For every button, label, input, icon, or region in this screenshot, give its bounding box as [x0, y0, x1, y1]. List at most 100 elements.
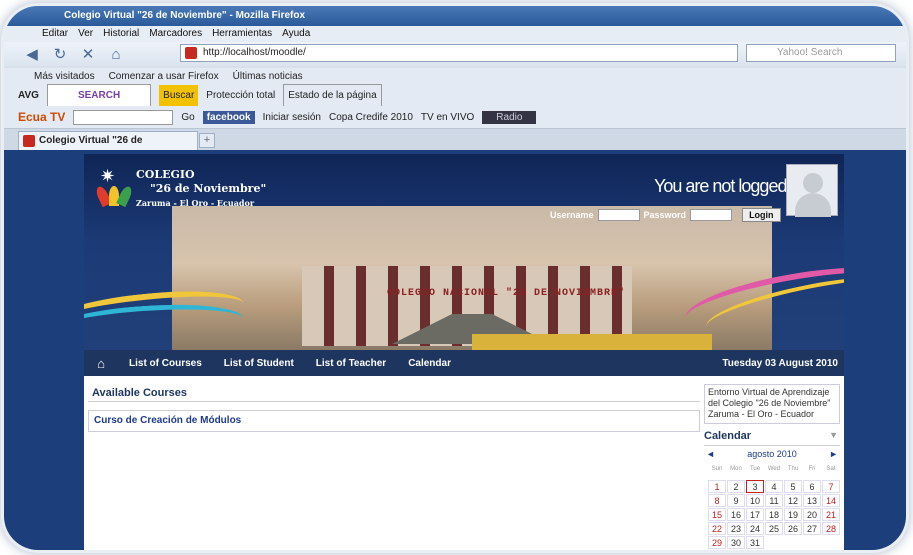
- calendar-day[interactable]: 1: [708, 480, 726, 493]
- course-link[interactable]: Curso de Creación de Módulos: [88, 410, 700, 432]
- available-courses-heading: Available Courses: [88, 384, 700, 402]
- nav-list-of-teacher[interactable]: List of Teacher: [305, 358, 397, 369]
- calendar-dow: Sun: [711, 466, 723, 472]
- estado-pagina-button[interactable]: Estado de la página: [283, 84, 382, 107]
- moodle-site: COLEGIO NACIONAL "26 DE NOVIEMBRE" ✷ COL…: [84, 154, 844, 550]
- school-logo-icon: ✷: [94, 166, 134, 208]
- calendar-dow: Fri: [808, 466, 816, 472]
- calendar-day[interactable]: 4: [765, 480, 783, 493]
- menu-ver[interactable]: Ver: [78, 26, 93, 42]
- calendar-day[interactable]: 31: [746, 536, 764, 549]
- calendar-month[interactable]: agosto 2010: [747, 449, 797, 459]
- header-banner: COLEGIO NACIONAL "26 DE NOVIEMBRE" ✷ COL…: [84, 154, 844, 350]
- avg-toolbar: AVG SEARCH Buscar Protección total Estad…: [4, 84, 906, 107]
- calendar-day[interactable]: 3: [746, 480, 764, 493]
- calendar-day[interactable]: 17: [746, 508, 764, 521]
- browser-window: Colegio Virtual "26 de Noviembre" - Mozi…: [4, 6, 906, 550]
- calendar-day[interactable]: 21: [822, 508, 840, 521]
- site-nav: ⌂ List of Courses List of Student List o…: [84, 350, 844, 376]
- building-sign: COLEGIO NACIONAL "26 DE NOVIEMBRE": [387, 288, 626, 299]
- calendar-dow: Sat: [826, 466, 836, 472]
- calendar-day[interactable]: 19: [784, 508, 802, 521]
- page-background: COLEGIO NACIONAL "26 DE NOVIEMBRE" ✷ COL…: [4, 150, 906, 550]
- calendar-dow: Thu: [787, 466, 799, 472]
- calendar-day[interactable]: 30: [727, 536, 745, 549]
- nav-calendar[interactable]: Calendar: [397, 358, 462, 369]
- calendar-day[interactable]: 29: [708, 536, 726, 549]
- nav-list-of-courses[interactable]: List of Courses: [118, 358, 213, 369]
- bookmark-ultimas-noticias[interactable]: Últimas noticias: [233, 68, 303, 85]
- back-icon[interactable]: ◀: [22, 45, 42, 63]
- avatar-head: [803, 173, 823, 193]
- login-button[interactable]: Login: [742, 208, 781, 222]
- facebook-button[interactable]: facebook: [202, 110, 255, 124]
- calendar-day[interactable]: 12: [784, 494, 802, 507]
- calendar-day[interactable]: 6: [803, 480, 821, 493]
- username-field[interactable]: [597, 209, 640, 221]
- ecua-search-input[interactable]: [73, 109, 174, 125]
- yellow-house: [472, 334, 712, 350]
- calendar-day[interactable]: 9: [727, 494, 745, 507]
- bookmark-mas-visitados[interactable]: Más visitados: [34, 68, 95, 85]
- yahoo-search-input[interactable]: SEARCH: [46, 84, 152, 107]
- collapse-icon[interactable]: ▼: [829, 430, 838, 440]
- calendar-day[interactable]: 20: [803, 508, 821, 521]
- menu-marcadores[interactable]: Marcadores: [149, 26, 202, 42]
- ecua-tv-label[interactable]: Ecua TV: [18, 110, 65, 124]
- url-bar[interactable]: http://localhost/moodle/: [180, 44, 738, 62]
- calendar-day[interactable]: 23: [727, 522, 745, 535]
- calendar-day[interactable]: 8: [708, 494, 726, 507]
- next-month-icon[interactable]: ►: [829, 449, 838, 459]
- calendar-dow: Mon: [730, 466, 742, 472]
- calendar-day[interactable]: 18: [765, 508, 783, 521]
- calendar-day[interactable]: 16: [727, 508, 745, 521]
- radio-button[interactable]: Radio: [482, 110, 537, 124]
- tv-en-vivo-link[interactable]: TV en VIVO: [421, 112, 474, 123]
- calendar-day[interactable]: 24: [746, 522, 764, 535]
- stop-icon[interactable]: ✕: [78, 45, 98, 63]
- calendar-day[interactable]: 14: [822, 494, 840, 507]
- calendar-day[interactable]: 15: [708, 508, 726, 521]
- calendar-day[interactable]: 13: [803, 494, 821, 507]
- buscar-button[interactable]: Buscar: [159, 85, 199, 106]
- calendar-month-nav: ◄ agosto 2010 ►: [704, 449, 840, 463]
- menu-editar[interactable]: Editar: [42, 26, 68, 42]
- reload-icon[interactable]: ↻: [50, 45, 70, 63]
- calendar-day[interactable]: 27: [803, 522, 821, 535]
- calendar-day[interactable]: 25: [765, 522, 783, 535]
- bookmark-comenzar[interactable]: Comenzar a usar Firefox: [109, 68, 219, 85]
- password-field[interactable]: [690, 209, 733, 221]
- nav-list-of-student[interactable]: List of Student: [213, 358, 305, 369]
- avg-label[interactable]: AVG: [18, 85, 39, 106]
- school-name-line2: "26 de Noviembre": [150, 182, 267, 195]
- login-form: Username Password Login: [550, 208, 781, 222]
- calendar-day[interactable]: 2: [727, 480, 745, 493]
- calendar-day[interactable]: 11: [765, 494, 783, 507]
- calendar-day[interactable]: 10: [746, 494, 764, 507]
- username-label: Username: [550, 210, 594, 220]
- calendar-day[interactable]: 26: [784, 522, 802, 535]
- new-tab-button[interactable]: +: [199, 133, 215, 148]
- calendar-day[interactable]: 22: [708, 522, 726, 535]
- prev-month-icon[interactable]: ◄: [706, 449, 715, 459]
- calendar-title: Calendar: [704, 430, 752, 442]
- bookmarks-bar: Más visitados Comenzar a usar Firefox Úl…: [4, 68, 906, 85]
- copa-credife-link[interactable]: Copa Credife 2010: [329, 112, 413, 123]
- tab-strip: Colegio Virtual "26 de Noviembre" +: [4, 128, 906, 164]
- calendar-day[interactable]: 5: [784, 480, 802, 493]
- calendar-dow: Wed: [767, 466, 781, 472]
- proteccion-total[interactable]: Protección total: [206, 85, 275, 106]
- avatar-body: [795, 193, 831, 217]
- home-icon[interactable]: ⌂: [84, 356, 118, 371]
- login-status: You are not logged in.: [654, 176, 807, 196]
- home-icon[interactable]: ⌂: [106, 46, 126, 63]
- search-input[interactable]: Yahoo! Search: [746, 44, 896, 62]
- calendar-day[interactable]: 7: [822, 480, 840, 493]
- menu-historial[interactable]: Historial: [103, 26, 139, 42]
- tab-colegio-virtual[interactable]: Colegio Virtual "26 de Noviembre": [18, 131, 198, 164]
- menu-herramientas[interactable]: Herramientas: [212, 26, 272, 42]
- menu-ayuda[interactable]: Ayuda: [282, 26, 310, 42]
- go-button[interactable]: Go: [181, 112, 194, 123]
- calendar-day[interactable]: 28: [822, 522, 840, 535]
- iniciar-sesion-link[interactable]: Iniciar sesión: [263, 112, 321, 123]
